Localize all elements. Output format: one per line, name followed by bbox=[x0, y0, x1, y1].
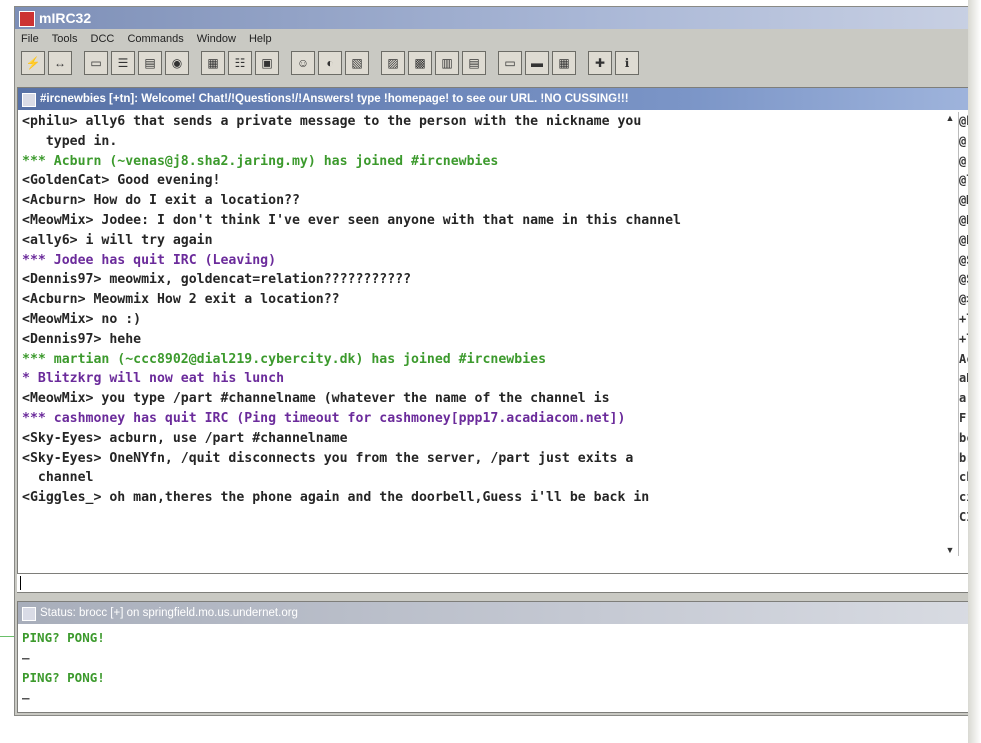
status-title-bar[interactable]: Status: brocc [+] on springfield.mo.us.u… bbox=[18, 602, 974, 624]
folder-icon[interactable]: ▭ bbox=[84, 51, 108, 75]
chat-line: *** martian (~ccc8902@dial219.cybercity.… bbox=[22, 351, 547, 367]
toolbar: ⚡ ↔ ▭ ☰ ▤ ◉ ▦ ☷ ▣ ☺ ◐ ▧ ▨ ▩ ▥ ▤ ▭ ▬ ▦ ✚ ℹ bbox=[21, 51, 639, 81]
chat-line: <MeowMix> Jodee: I don't think I've ever… bbox=[22, 212, 681, 228]
send-file-icon[interactable]: ◐ bbox=[318, 51, 342, 75]
menu-file[interactable]: File bbox=[21, 33, 39, 45]
menu-tools[interactable]: Tools bbox=[52, 33, 78, 45]
chat-line: <ally6> i will try again bbox=[22, 232, 213, 248]
menu-window[interactable]: Window bbox=[197, 33, 236, 45]
help-icon[interactable]: ✚ bbox=[588, 51, 612, 75]
chat-line: <Giggles_> oh man,theres the phone again… bbox=[22, 490, 650, 506]
color-icon[interactable]: ▦ bbox=[201, 51, 225, 75]
channel-window: #ircnewbies [+tn]: Welcome! Chat!/!Quest… bbox=[17, 87, 975, 593]
scroll-up-icon[interactable]: ▲ bbox=[944, 112, 956, 124]
channel-title-bar[interactable]: #ircnewbies [+tn]: Welcome! Chat!/!Quest… bbox=[18, 88, 974, 110]
chat-line: typed in. bbox=[22, 133, 118, 149]
margin-rule bbox=[0, 636, 14, 637]
toolbar-separator bbox=[75, 51, 81, 81]
chat-line: <GoldenCat> Good evening! bbox=[22, 173, 221, 189]
status-line: PING? PONG! bbox=[22, 630, 105, 645]
toolbar-separator bbox=[579, 51, 585, 81]
chat-line: <Sky-Eyes> OneNYfn, /quit disconnects yo… bbox=[22, 450, 634, 466]
chat-log: <philu> ally6 that sends a private messa… bbox=[22, 112, 942, 556]
menu-commands[interactable]: Commands bbox=[127, 33, 183, 45]
status-line: PING? PONG! bbox=[22, 670, 105, 685]
channel-folder-icon[interactable]: ▤ bbox=[138, 51, 162, 75]
tile-icon[interactable]: ▭ bbox=[498, 51, 522, 75]
page-edge bbox=[968, 0, 981, 743]
chat-line: <Dennis97> meowmix, goldencat=relation??… bbox=[22, 272, 412, 288]
chat-line: <MeowMix> no :) bbox=[22, 311, 142, 327]
arrange-icon[interactable]: ▦ bbox=[552, 51, 576, 75]
channel-window-icon bbox=[22, 93, 36, 107]
chat-icon[interactable]: ☺ bbox=[291, 51, 315, 75]
channel-topic: #ircnewbies [+tn]: Welcome! Chat!/!Quest… bbox=[40, 93, 629, 105]
toolbar-separator bbox=[192, 51, 198, 81]
chat-line: channel bbox=[22, 470, 94, 486]
disconnect-icon[interactable]: ↔ bbox=[48, 51, 72, 75]
chat-line: * Blitzkrg will now eat his lunch bbox=[22, 371, 285, 387]
status-title: Status: brocc [+] on springfield.mo.us.u… bbox=[40, 607, 298, 619]
url-icon[interactable]: ◉ bbox=[165, 51, 189, 75]
cascade-icon[interactable]: ▬ bbox=[525, 51, 549, 75]
chat-line: <Dennis97> hehe bbox=[22, 331, 142, 347]
status-line: – bbox=[22, 690, 30, 705]
mirc-window: mIRC32 File Tools DCC Commands Window He… bbox=[14, 6, 976, 716]
options-icon[interactable]: ☰ bbox=[111, 51, 135, 75]
finger-icon[interactable]: ▩ bbox=[408, 51, 432, 75]
chat-line: *** cashmoney has quit IRC (Ping timeout… bbox=[22, 410, 626, 426]
ident-icon[interactable]: ▤ bbox=[462, 51, 486, 75]
toolbar-separator bbox=[372, 51, 378, 81]
chat-line: *** Jodee has quit IRC (Leaving) bbox=[22, 252, 277, 268]
about-icon[interactable]: ℹ bbox=[615, 51, 639, 75]
chat-line: <Acburn> Meowmix How 2 exit a location?? bbox=[22, 292, 340, 308]
menu-help[interactable]: Help bbox=[249, 33, 272, 45]
connect-icon[interactable]: ⚡ bbox=[21, 51, 45, 75]
title-bar[interactable]: mIRC32 bbox=[15, 7, 975, 29]
chat-line: *** Acburn (~venas@j8.sha2.jaring.my) ha… bbox=[22, 153, 499, 169]
status-window: Status: brocc [+] on springfield.mo.us.u… bbox=[17, 601, 975, 713]
window-title: mIRC32 bbox=[39, 10, 92, 26]
text-cursor bbox=[20, 576, 21, 590]
toolbar-separator bbox=[489, 51, 495, 81]
message-input[interactable] bbox=[17, 573, 971, 592]
dcc-icon[interactable]: ▧ bbox=[345, 51, 369, 75]
chat-scrollbar[interactable]: ▲ ▼ bbox=[944, 112, 956, 556]
chat-line: <Acburn> How do I exit a location?? bbox=[22, 193, 300, 209]
status-line: – bbox=[22, 650, 30, 665]
chat-line: <philu> ally6 that sends a private messa… bbox=[22, 114, 642, 129]
chat-line: <Sky-Eyes> acburn, use /part #channelnam… bbox=[22, 430, 348, 446]
timer-icon[interactable]: ▥ bbox=[435, 51, 459, 75]
list-icon[interactable]: ☷ bbox=[228, 51, 252, 75]
menu-dcc[interactable]: DCC bbox=[91, 33, 115, 45]
address-book-icon[interactable]: ▣ bbox=[255, 51, 279, 75]
mirc-app-icon bbox=[19, 11, 35, 27]
toolbar-separator bbox=[282, 51, 288, 81]
menu-bar: File Tools DCC Commands Window Help bbox=[15, 29, 975, 49]
notify-icon[interactable]: ▨ bbox=[381, 51, 405, 75]
status-window-icon bbox=[22, 607, 36, 621]
status-log: PING? PONG! – PING? PONG! – bbox=[22, 628, 105, 708]
chat-line: <MeowMix> you type /part #channelname (w… bbox=[22, 391, 610, 407]
scroll-down-icon[interactable]: ▼ bbox=[944, 544, 956, 556]
